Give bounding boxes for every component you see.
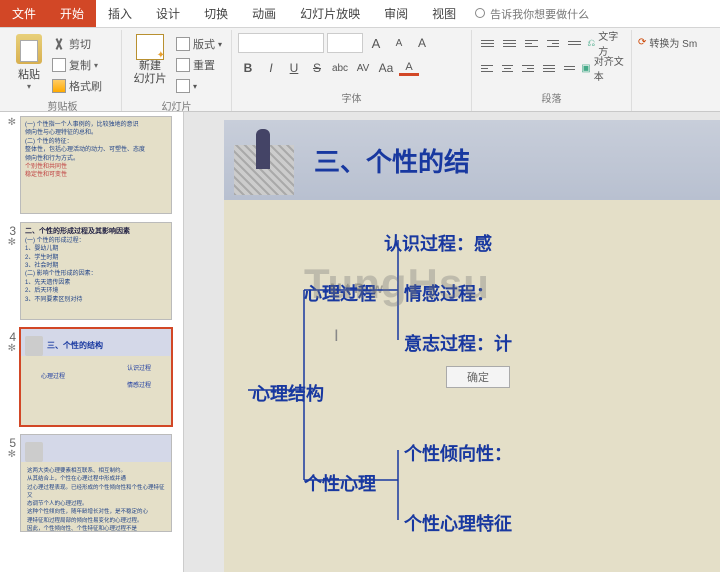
cut-button[interactable]: 剪切 <box>52 34 102 54</box>
paste-label: 粘贴 <box>18 66 40 82</box>
justify-button[interactable] <box>540 58 558 78</box>
menu-slideshow[interactable]: 幻灯片放映 <box>288 0 372 27</box>
label-psych-structure: 心理结构 <box>252 380 324 406</box>
shadow-button[interactable]: abc <box>330 58 350 78</box>
underline-button[interactable]: U <box>284 58 304 78</box>
strike-button[interactable]: S <box>307 58 327 78</box>
person-icon <box>25 336 43 356</box>
new-slide-icon <box>136 34 164 60</box>
layout-button[interactable]: 版式▾ <box>176 34 222 54</box>
ok-button[interactable]: 确定 <box>446 366 510 388</box>
menu-home[interactable]: 开始 <box>48 0 96 27</box>
copy-icon <box>52 58 66 72</box>
clear-format-button[interactable]: A <box>412 33 432 53</box>
align-right-button[interactable] <box>519 58 537 78</box>
slide-thumbnails-panel[interactable]: ✻ (一) 个性指一个人事例的，比较独地的意识 倾向性与心理特征的总和。 (二)… <box>0 112 184 572</box>
slide-thumb-3[interactable]: 二、个性的形成过程及其影响因素 (一) 个性的形成过程： 1、婴幼儿期 2、学生… <box>20 222 172 320</box>
menu-review[interactable]: 审阅 <box>372 0 420 27</box>
tell-me-label: 告诉我你想要做什么 <box>490 6 589 22</box>
label-individual-psych: 个性心理 <box>304 470 376 496</box>
section-icon <box>176 79 190 93</box>
layout-icon <box>176 37 190 51</box>
font-size-dropdown[interactable] <box>327 33 363 53</box>
label-psych-process: 心理过程 <box>304 280 376 306</box>
label-emotion: 情感过程： <box>404 280 494 306</box>
format-painter-button[interactable]: 格式刷 <box>52 76 102 96</box>
menu-transition[interactable]: 切换 <box>192 0 240 27</box>
person-icon <box>25 442 43 462</box>
paste-icon <box>16 34 42 64</box>
group-paragraph-label: 段落 <box>478 88 625 111</box>
brush-icon <box>52 79 66 93</box>
align-text-button[interactable]: ▣对齐文本 <box>581 58 625 78</box>
tell-me[interactable]: 告诉我你想要做什么 <box>474 0 589 27</box>
menu-design[interactable]: 设计 <box>144 0 192 27</box>
slide-title: 三、个性的结 <box>314 142 470 179</box>
bold-button[interactable]: B <box>238 58 258 78</box>
spacing-button[interactable]: AV <box>353 58 373 78</box>
convert-smartart-button[interactable]: ⟳转换为 Sm <box>638 32 706 52</box>
paste-button[interactable]: 粘贴 ▾ <box>10 32 48 96</box>
slide-thumb-5[interactable]: 这两大类心理要素相互联系、相互制约。 从其结合上，个性在心理过程中形成并通 过心… <box>20 434 172 532</box>
shrink-font-button[interactable]: A <box>389 33 409 53</box>
label-cognition: 认识过程：感 <box>384 230 492 256</box>
font-family-dropdown[interactable] <box>238 33 324 53</box>
reset-icon <box>176 58 190 72</box>
person-illustration <box>234 125 294 195</box>
bullets-button[interactable] <box>478 33 497 53</box>
decrease-indent-button[interactable] <box>522 33 541 53</box>
font-color-button[interactable]: A <box>399 58 419 78</box>
new-slide-button[interactable]: 新建 幻灯片 <box>128 32 172 96</box>
bulb-icon <box>474 8 486 20</box>
numbering-button[interactable] <box>500 33 519 53</box>
slide-thumb-2[interactable]: (一) 个性指一个人事例的，比较独地的意识 倾向性与心理特征的总和。 (二) 个… <box>20 116 172 214</box>
italic-button[interactable]: I <box>261 58 281 78</box>
current-slide[interactable]: 三、个性的结 认识过程：感 M t Pow 心理过程 情感过程： 意志过程：计 … <box>224 120 720 572</box>
grow-font-button[interactable]: A <box>366 33 386 53</box>
label-will: 意志过程：计 <box>404 330 512 356</box>
align-left-button[interactable] <box>478 58 496 78</box>
thumb-number: 4✻ <box>2 328 16 354</box>
scissors-icon <box>52 37 66 51</box>
increase-indent-button[interactable] <box>544 33 563 53</box>
text-cursor-icon: Ⅰ <box>334 326 339 346</box>
menu-file[interactable]: 文件 <box>0 0 48 27</box>
menu-insert[interactable]: 插入 <box>96 0 144 27</box>
slide-thumb-4[interactable]: 三、个性的结构 认识过程 心理过程 情感过程 <box>20 328 172 426</box>
case-button[interactable]: Aa <box>376 58 396 78</box>
line-spacing-button[interactable] <box>565 33 584 53</box>
columns-button[interactable] <box>561 58 579 78</box>
thumb-number: 3✻ <box>2 222 16 248</box>
font-color-swatch <box>399 73 419 76</box>
align-center-button[interactable] <box>499 58 517 78</box>
menu-view[interactable]: 视图 <box>420 0 468 27</box>
label-traits: 个性心理特征 <box>404 510 512 536</box>
slide-canvas[interactable]: 三、个性的结 认识过程：感 M t Pow 心理过程 情感过程： 意志过程：计 … <box>184 112 720 572</box>
reset-button[interactable]: 重置 <box>176 55 222 75</box>
copy-button[interactable]: 复制▾ <box>52 55 102 75</box>
section-button[interactable]: ▾ <box>176 76 222 96</box>
text-direction-button[interactable]: ⎌文字方 <box>587 33 625 53</box>
group-font-label: 字体 <box>238 88 465 111</box>
menu-animation[interactable]: 动画 <box>240 0 288 27</box>
label-tendency: 个性倾向性： <box>404 440 512 466</box>
thumb-number: 5✻ <box>2 434 16 460</box>
